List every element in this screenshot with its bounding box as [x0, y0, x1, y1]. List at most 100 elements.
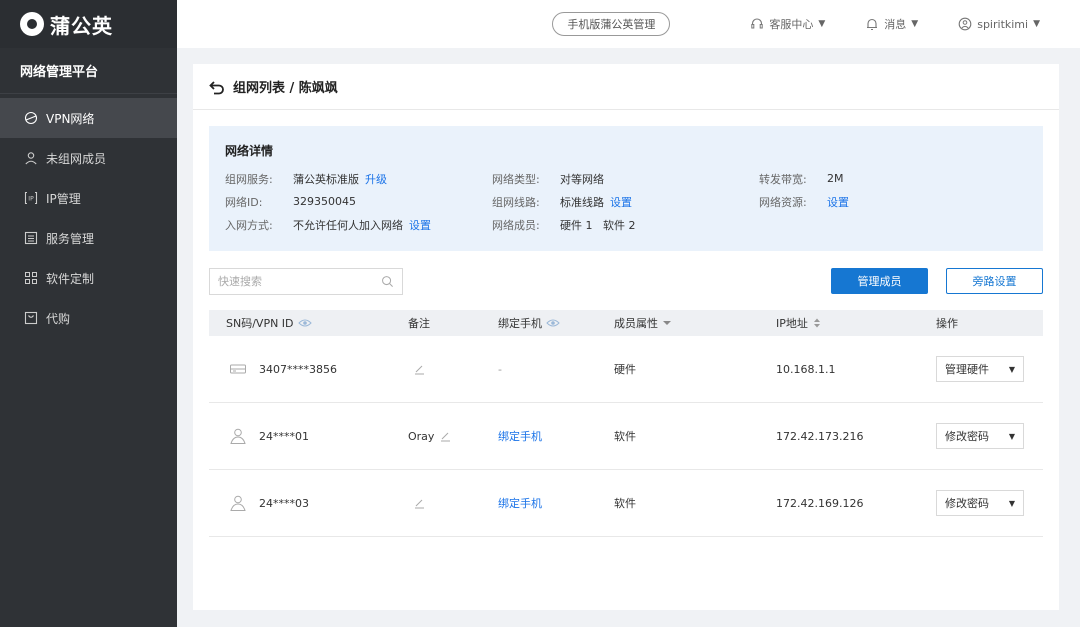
- detail-value: 标准线路: [560, 195, 604, 209]
- brand-name: 蒲公英: [50, 13, 113, 38]
- edit-icon[interactable]: [440, 431, 451, 442]
- detail-value: 硬件 1 软件 2: [560, 218, 636, 232]
- sidebar-item-service-management[interactable]: 服务管理: [0, 218, 177, 258]
- support-center-menu[interactable]: 客服中心 ▼: [750, 16, 825, 32]
- support-center-label: 客服中心: [769, 18, 814, 31]
- svg-text:IP: IP: [28, 196, 34, 203]
- cell-action: 修改密码 ▼: [936, 423, 1043, 449]
- network-details-panel: 网络详情 组网服务: 蒲公英标准版 升级 网络类型: 对等网络 转发带宽: 2M…: [209, 126, 1043, 251]
- members-table: SN码/VPN ID 备注 绑定手机 成员属性 IP地址 操作 3407****…: [209, 310, 1043, 537]
- detail-label: 网络ID:: [225, 195, 263, 209]
- messages-label: 消息: [884, 18, 907, 31]
- cell-note: [408, 364, 498, 375]
- edit-icon[interactable]: [414, 364, 425, 375]
- bell-icon: [867, 18, 878, 31]
- column-header-note: 备注: [408, 315, 498, 331]
- messages-menu[interactable]: 消息 ▼: [865, 16, 918, 32]
- user-menu[interactable]: spiritkimi ▼: [958, 17, 1040, 31]
- table-header: SN码/VPN ID 备注 绑定手机 成员属性 IP地址 操作: [209, 310, 1043, 336]
- detail-members: 网络成员: 硬件 1 软件 2: [492, 217, 759, 232]
- edit-icon[interactable]: [414, 498, 425, 509]
- cell-id: 24****03: [209, 494, 408, 512]
- detail-label: 网络成员:: [492, 218, 540, 232]
- chevron-down-icon: ▼: [1008, 364, 1015, 374]
- line-settings-link[interactable]: 设置: [610, 194, 632, 210]
- chevron-down-icon: ▼: [1008, 498, 1015, 508]
- detail-join-mode: 入网方式: 不允许任何人加入网络 设置: [225, 217, 492, 232]
- grid-icon: [24, 271, 38, 285]
- cell-ip: 172.42.173.216: [776, 429, 864, 443]
- sidebar-item-label: IP管理: [46, 191, 81, 206]
- chevron-down-icon: ▼: [818, 19, 826, 29]
- cell-action: 修改密码 ▼: [936, 490, 1043, 516]
- search-icon[interactable]: [381, 275, 394, 288]
- column-header-type[interactable]: 成员属性: [614, 315, 776, 331]
- sidebar-item-ip-management[interactable]: IP IP管理: [0, 178, 177, 218]
- upgrade-link[interactable]: 升级: [365, 171, 387, 187]
- detail-label: 组网线路:: [492, 195, 540, 209]
- cell-id: 3407****3856: [209, 360, 408, 378]
- headset-icon: [751, 18, 764, 29]
- service-icon: [24, 231, 38, 245]
- column-header-actions: 操作: [936, 315, 1043, 331]
- cell-id: 24****01: [209, 427, 408, 445]
- detail-service: 组网服务: 蒲公英标准版 升级: [225, 171, 492, 186]
- cell-ip: 172.42.169.126: [776, 496, 864, 510]
- bag-icon: [24, 311, 38, 325]
- cell-phone: -: [498, 362, 502, 376]
- bind-phone-link[interactable]: 绑定手机: [498, 495, 614, 511]
- cell-action: 管理硬件 ▼: [936, 356, 1043, 382]
- details-title: 网络详情: [225, 144, 274, 158]
- bind-phone-link[interactable]: 绑定手机: [498, 428, 614, 444]
- detail-value: 对等网络: [560, 172, 604, 186]
- member-id: 3407****3856: [259, 362, 337, 376]
- sidebar-item-software-customization[interactable]: 软件定制: [0, 258, 177, 298]
- member-id: 24****03: [259, 496, 309, 510]
- logo-icon: [20, 12, 44, 36]
- detail-value: 2M: [827, 172, 844, 185]
- sidebar-item-label: 代购: [46, 311, 71, 326]
- back-arrow-icon[interactable]: [209, 79, 225, 95]
- join-settings-link[interactable]: 设置: [409, 217, 431, 233]
- mobile-management-button[interactable]: 手机版蒲公英管理: [552, 12, 671, 36]
- detail-type: 网络类型: 对等网络: [492, 171, 759, 186]
- user-icon: [230, 495, 246, 511]
- detail-label: 网络类型:: [492, 172, 540, 186]
- change-password-dropdown[interactable]: 修改密码 ▼: [936, 490, 1024, 516]
- sidebar-item-unjoined-members[interactable]: 未组网成员: [0, 138, 177, 178]
- sidebar-item-purchase[interactable]: 代购: [0, 298, 177, 338]
- bypass-settings-button[interactable]: 旁路设置: [946, 268, 1043, 294]
- logo[interactable]: 蒲公英: [0, 0, 177, 48]
- search-input[interactable]: [218, 275, 368, 288]
- eye-icon[interactable]: [546, 318, 560, 328]
- table-row: 24****01 Oray 绑定手机 软件 172.42.173.216 修改密…: [209, 403, 1043, 470]
- cell-type: 软件: [614, 497, 636, 510]
- column-header-ip[interactable]: IP地址: [776, 315, 936, 331]
- detail-label: 入网方式:: [225, 218, 273, 232]
- router-icon: [230, 364, 246, 374]
- sort-icon[interactable]: [812, 317, 822, 329]
- detail-label: 网络资源:: [759, 195, 807, 209]
- manage-members-button[interactable]: 管理成员: [831, 268, 928, 294]
- sidebar-item-label: VPN网络: [46, 111, 95, 126]
- sidebar-item-vpn-network[interactable]: VPN网络: [0, 98, 177, 138]
- search-box: [209, 268, 403, 295]
- dropdown-label: 管理硬件: [945, 363, 989, 376]
- filter-caret-icon[interactable]: [662, 319, 672, 327]
- detail-network-id: 网络ID: 329350045: [225, 194, 492, 209]
- network-icon: [24, 111, 38, 125]
- resource-settings-link[interactable]: 设置: [827, 194, 849, 210]
- page-title: 组网列表 / 陈飒飒: [233, 81, 338, 96]
- column-label: 操作: [936, 317, 958, 330]
- breadcrumb: 组网列表 / 陈飒飒: [193, 64, 1059, 110]
- detail-value: 329350045: [293, 195, 356, 208]
- eye-icon[interactable]: [297, 318, 312, 328]
- cell-type: 软件: [614, 430, 636, 443]
- column-header-phone: 绑定手机: [498, 315, 614, 331]
- cell-ip: 10.168.1.1: [776, 362, 836, 376]
- user-icon: [24, 151, 38, 165]
- manage-hardware-dropdown[interactable]: 管理硬件 ▼: [936, 356, 1024, 382]
- change-password-dropdown[interactable]: 修改密码 ▼: [936, 423, 1024, 449]
- avatar-icon: [958, 17, 972, 31]
- sidebar-item-label: 未组网成员: [46, 151, 107, 166]
